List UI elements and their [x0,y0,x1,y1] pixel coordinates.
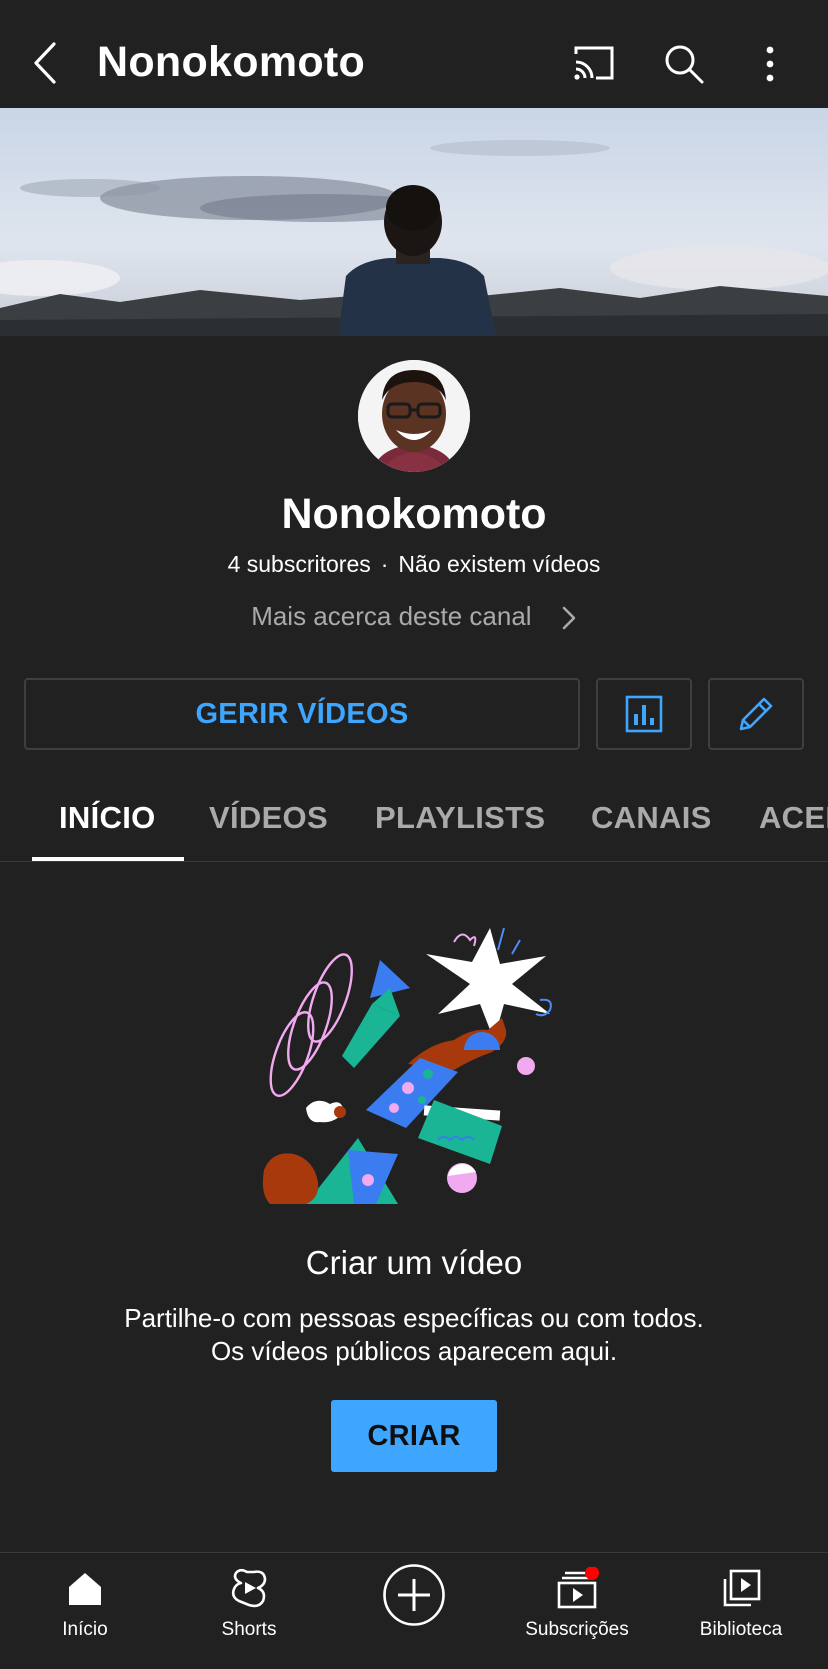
subscriptions-icon [557,1567,599,1609]
tab-acerca[interactable]: ACERCA DE [759,800,828,836]
create-button[interactable]: CRIAR [331,1400,497,1472]
pencil-icon [739,697,773,731]
empty-state-title: Criar um vídeo [305,1244,523,1281]
video-count: Não existem vídeos [398,551,601,577]
nav-label-library: Biblioteca [699,1619,783,1640]
channel-tabs: INÍCIO VÍDEOS PLAYLISTS CANAIS ACERCA DE [0,786,828,862]
back-button[interactable] [28,40,68,86]
cast-button[interactable] [572,44,616,84]
page-title: Nonokomoto [97,38,366,86]
nav-create-button[interactable] [382,1563,446,1627]
shorts-icon [231,1568,267,1608]
tab-canais[interactable]: CANAIS [591,800,712,836]
avatar-image [358,360,470,472]
nav-label-home: Início [62,1619,108,1640]
nav-label-shorts: Shorts [221,1619,277,1640]
empty-state-line-1: Partilhe-o com pessoas específicas ou co… [124,1303,704,1333]
banner-image [0,108,828,336]
more-vert-icon [766,46,774,82]
nav-item-library[interactable]: Biblioteca [661,1567,821,1641]
channel-name: Nonokomoto [281,490,547,538]
empty-state-description: Partilhe-o com pessoas específicas ou co… [0,1302,828,1368]
cast-icon [574,46,614,80]
more-options-button[interactable] [758,42,782,86]
channel-banner [0,108,828,336]
channel-avatar[interactable] [358,360,470,472]
search-button[interactable] [662,42,706,86]
tab-active-indicator [32,857,184,861]
subscriber-count: 4 subscritores [227,551,371,577]
create-video-illustration [258,918,578,1204]
library-icon [723,1569,761,1607]
edit-channel-button[interactable] [708,678,804,750]
empty-state-line-2: Os vídeos públicos aparecem aqui. [210,1336,618,1366]
tab-inicio[interactable]: INÍCIO [59,800,156,836]
meta-separator: · [380,551,389,577]
nav-item-subscriptions[interactable]: Subscrições [497,1567,657,1641]
nav-item-shorts[interactable]: Shorts [169,1567,329,1641]
bottom-navigation: Início Shorts Subscrições Biblioteca [0,1552,828,1669]
top-app-bar: Nonokomoto [0,0,828,108]
search-icon [665,45,704,84]
home-icon [69,1573,101,1605]
analytics-icon [625,695,663,733]
analytics-button[interactable] [596,678,692,750]
chevron-right-icon [562,606,576,630]
nav-item-home[interactable]: Início [5,1567,165,1641]
nav-label-subscriptions: Subscrições [525,1619,629,1640]
manage-videos-button[interactable]: GERIR VÍDEOS [24,678,580,750]
tab-videos[interactable]: VÍDEOS [209,800,328,836]
tab-playlists[interactable]: PLAYLISTS [375,800,545,836]
about-channel-link[interactable]: Mais acerca deste canal [0,601,828,632]
channel-stats: 4 subscritores · Não existem vídeos [0,551,828,578]
create-plus-icon [383,1564,445,1626]
about-channel-label: Mais acerca deste canal [251,601,532,631]
back-icon [34,42,56,84]
